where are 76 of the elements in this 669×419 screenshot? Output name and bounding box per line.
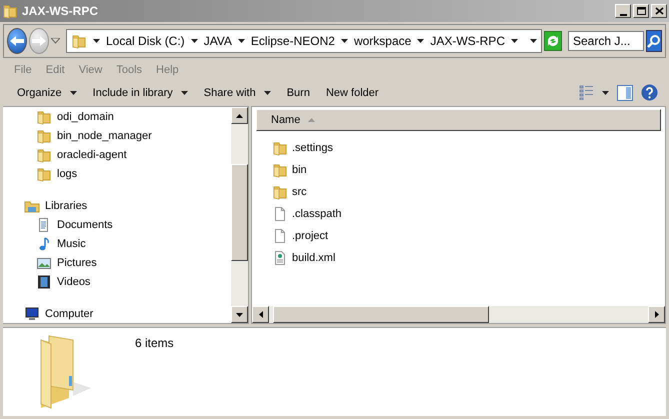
folder-icon xyxy=(272,184,288,200)
folder-icon xyxy=(36,128,52,144)
list-item[interactable]: .project xyxy=(272,225,665,247)
nav-item[interactable]: odi_domain xyxy=(3,107,231,126)
address-bar[interactable]: Local Disk (C:) JAVA Eclipse-NEON2 workspace JAX-WS-RPC xyxy=(66,29,542,53)
nav-item[interactable]: Music xyxy=(3,234,231,253)
folder-icon xyxy=(71,33,87,49)
nav-item[interactable]: oracledi-agent xyxy=(3,145,231,164)
maximize-button[interactable] xyxy=(633,4,649,18)
chevron-icon xyxy=(238,39,245,43)
refresh-button[interactable] xyxy=(544,31,562,51)
breadcrumb-segment[interactable]: workspace xyxy=(354,34,412,48)
list-item[interactable]: build.xml xyxy=(272,247,665,269)
search-button[interactable] xyxy=(646,30,662,52)
list-item[interactable]: .classpath xyxy=(272,203,665,225)
chevron-icon xyxy=(340,39,348,43)
list-item[interactable]: src xyxy=(272,181,665,203)
file-icon xyxy=(272,228,288,244)
folder-icon xyxy=(2,3,18,19)
recent-pages-caret-icon xyxy=(51,38,60,44)
computer-icon xyxy=(24,306,40,322)
videos-icon xyxy=(36,274,52,290)
nav-item[interactable]: logs xyxy=(3,164,231,183)
horizontal-scrollbar[interactable] xyxy=(252,306,665,323)
toolbar-button[interactable]: Organize xyxy=(13,84,81,102)
toolbar-button[interactable]: Share with xyxy=(200,84,275,102)
vertical-scrollbar[interactable] xyxy=(231,107,248,323)
help-icon xyxy=(641,84,658,101)
toolbar-button[interactable]: Include in library xyxy=(88,84,192,102)
breadcrumb-segment[interactable]: JAVA xyxy=(204,34,232,48)
search-field[interactable]: Search J... xyxy=(568,31,644,51)
file-icon xyxy=(272,206,288,222)
back-button[interactable] xyxy=(7,28,27,54)
search-icon xyxy=(646,34,661,48)
chevron-icon xyxy=(510,39,518,43)
toolbar-button[interactable]: Burn xyxy=(282,84,314,102)
right-arrow-icon xyxy=(30,34,48,48)
nav-item[interactable]: Videos xyxy=(3,272,231,291)
folder-icon xyxy=(36,108,52,124)
nav-item[interactable]: Pictures xyxy=(3,253,231,272)
xml-file-icon xyxy=(272,250,288,266)
breadcrumb-segment[interactable]: Eclipse-NEON2 xyxy=(250,34,335,48)
window-title: JAX-WS-RPC xyxy=(22,4,100,18)
list-item[interactable]: .settings xyxy=(272,137,665,159)
nav-item[interactable]: Documents xyxy=(3,215,231,234)
chevron-icon xyxy=(417,39,424,43)
minimize-button[interactable] xyxy=(615,4,631,18)
item-count: 6 items xyxy=(135,336,174,350)
right-arrow-icon xyxy=(654,311,658,318)
folder-icon xyxy=(272,140,288,156)
up-arrow-icon xyxy=(236,114,243,118)
sort-arrow-icon xyxy=(308,118,316,122)
maximize-icon xyxy=(634,5,648,17)
toolbar-button[interactable]: New folder xyxy=(322,84,383,102)
chevron-icon xyxy=(93,39,100,43)
nav-item[interactable]: Computer xyxy=(3,304,231,323)
preview-pane-icon xyxy=(617,84,633,100)
column-header[interactable]: Name xyxy=(256,109,661,131)
left-arrow-icon xyxy=(258,311,262,318)
folder-icon xyxy=(36,146,52,162)
down-arrow-icon xyxy=(236,312,243,316)
nav-item[interactable]: bin_node_manager xyxy=(3,126,231,145)
close-button[interactable] xyxy=(651,4,667,18)
breadcrumb-segment[interactable]: JAX-WS-RPC xyxy=(430,34,505,48)
view-options-icon xyxy=(579,85,594,100)
chevron-icon xyxy=(190,39,198,43)
nav-item[interactable]: Libraries xyxy=(3,196,231,215)
left-arrow-icon xyxy=(8,34,26,48)
breadcrumb-segment[interactable]: Local Disk (C:) xyxy=(106,34,185,48)
minimize-icon xyxy=(620,14,626,16)
close-icon xyxy=(652,5,666,17)
caret-icon xyxy=(602,90,609,94)
list-item[interactable]: bin xyxy=(272,159,665,181)
folder-icon xyxy=(36,166,52,182)
folder-icon xyxy=(272,162,288,178)
address-dropdown-caret-icon xyxy=(530,39,537,43)
